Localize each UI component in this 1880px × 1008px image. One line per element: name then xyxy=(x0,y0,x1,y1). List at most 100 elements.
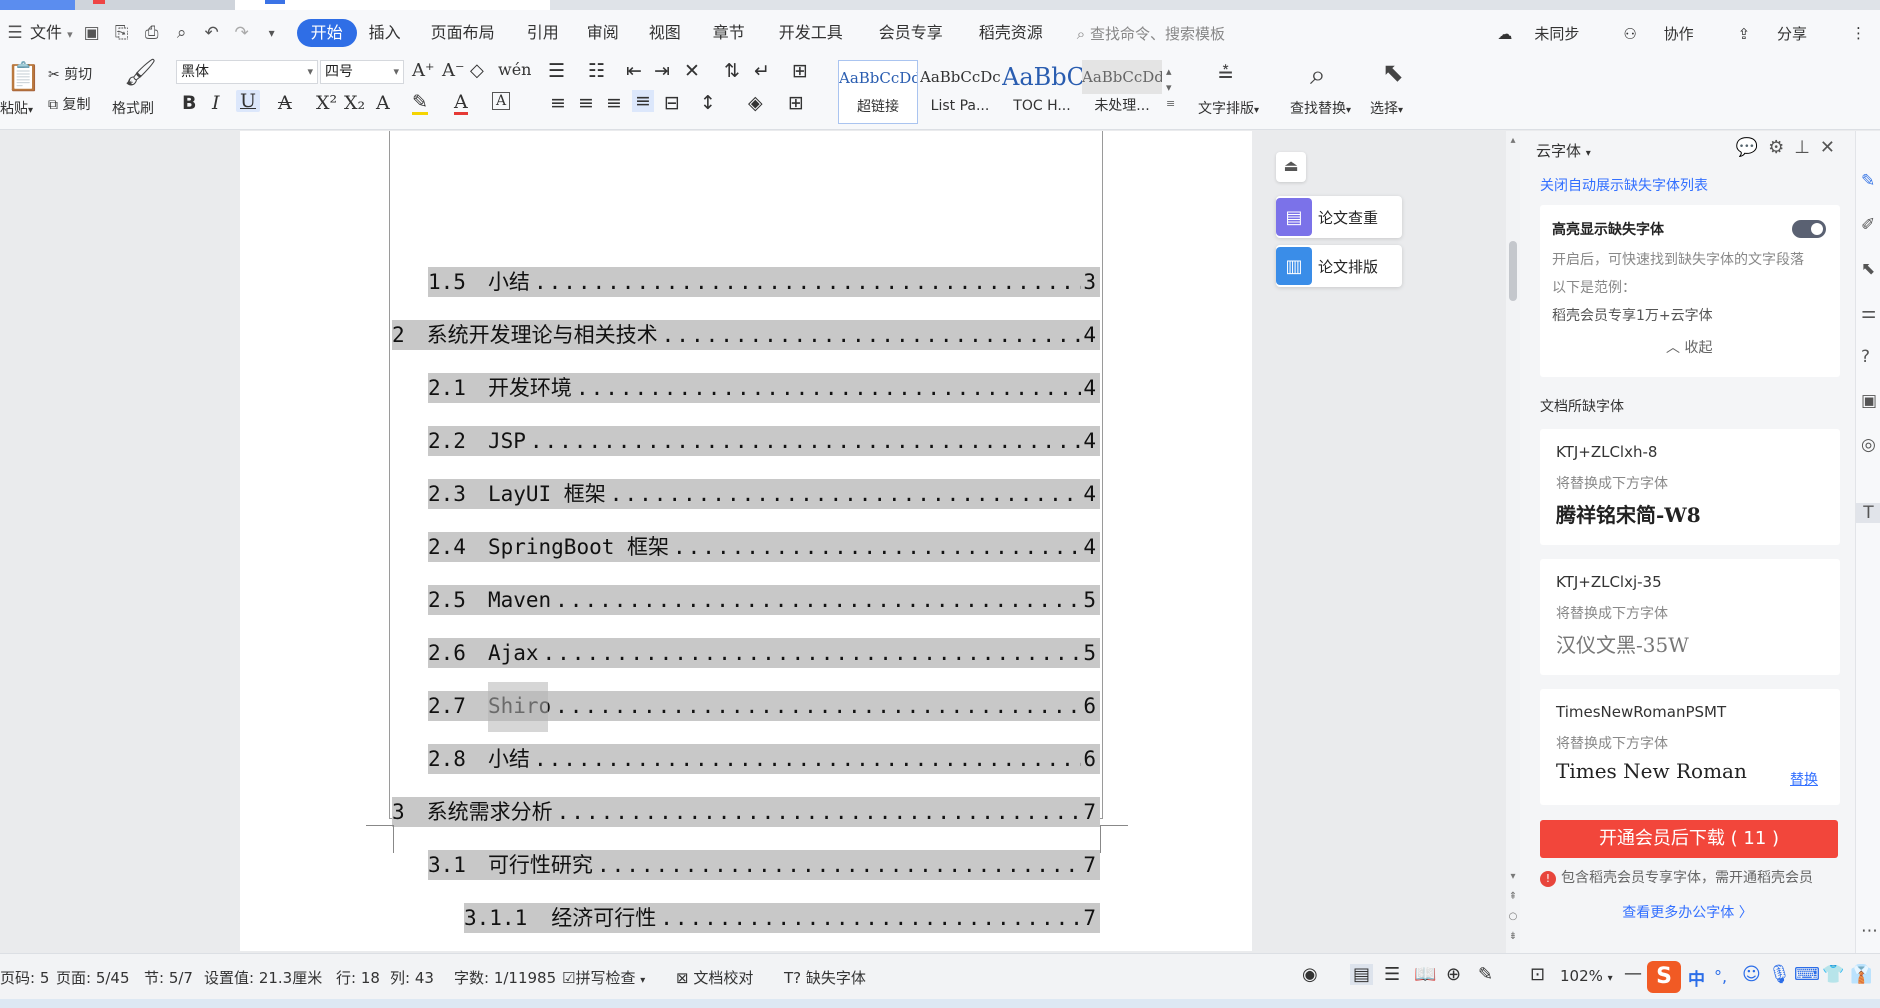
cloud-font-icon[interactable]: T xyxy=(1856,503,1880,523)
format-painter-button[interactable]: 格式刷 xyxy=(112,98,154,118)
panel-title[interactable]: 云字体 ▾ xyxy=(1536,140,1591,161)
toc-entry[interactable]: 2.6 Ajax 5 xyxy=(428,638,1100,668)
styles-scroll-icon[interactable]: ▴ ▾ ≡ xyxy=(1166,64,1175,112)
justify-icon[interactable]: ≡ xyxy=(632,90,654,112)
file-menu[interactable]: 文件 ▾ xyxy=(30,19,77,47)
show-marks-icon[interactable]: ↵ xyxy=(754,60,770,82)
adjust-icon[interactable]: ⚌ xyxy=(1861,303,1876,323)
select-button[interactable]: 选择▾ xyxy=(1370,98,1403,118)
ime-language[interactable]: 中 xyxy=(1688,965,1705,990)
missing-fonts-button[interactable]: T? 缺失字体 xyxy=(784,967,866,988)
font-size-select[interactable]: 四号 xyxy=(320,60,404,84)
vip-download-button[interactable]: 开通会员后下载 ( 11 ) xyxy=(1540,820,1838,858)
save-icon[interactable]: ▣ xyxy=(80,21,104,45)
sort-icon[interactable]: ⇅ xyxy=(724,60,740,82)
align-left-icon[interactable]: ≡ xyxy=(550,92,566,114)
sogou-ime-icon[interactable]: S xyxy=(1647,961,1681,993)
scroll-thumb[interactable] xyxy=(1509,241,1517,301)
print-icon[interactable]: ⎙ xyxy=(140,21,164,45)
line-spacing-icon[interactable]: ↕ xyxy=(700,92,716,114)
superscript-icon[interactable]: X² xyxy=(316,92,337,114)
shading-icon[interactable]: ◈ xyxy=(748,92,763,114)
toc-entry[interactable]: 3.1 可行性研究 7 xyxy=(428,850,1100,880)
toc-entry[interactable]: 2.8 小结 6 xyxy=(428,744,1100,774)
status-row[interactable]: 行: 18 xyxy=(336,967,380,988)
status-col[interactable]: 列: 43 xyxy=(390,967,434,988)
pinyin-guide-icon[interactable]: wén xyxy=(498,60,531,79)
status-section[interactable]: 节: 5/7 xyxy=(144,967,193,988)
thesis-format-button[interactable]: ▥ 论文排版 xyxy=(1276,245,1402,287)
text-layout-icon[interactable]: ⩮ xyxy=(1218,58,1233,89)
share-button[interactable]: ⇪ 分享 xyxy=(1738,23,1829,44)
proofread-button[interactable]: ⊠ 文档校对 xyxy=(676,967,753,988)
tab-insert[interactable]: 插入 xyxy=(357,19,413,47)
print-preview-icon[interactable]: ⌕ xyxy=(170,21,194,45)
style-toc-heading[interactable]: AaBbC TOC H... xyxy=(1002,60,1082,124)
doc-tab-active[interactable] xyxy=(235,0,550,10)
style-icon[interactable]: ✎ xyxy=(1861,171,1875,191)
toc-entry[interactable]: 2 系统开发理论与相关技术 4 xyxy=(392,320,1100,350)
toc-entry[interactable]: 3.1.1 经济可行性 7 xyxy=(464,903,1100,933)
subscript-icon[interactable]: X₂ xyxy=(344,92,365,114)
undo-icon[interactable]: ↶ xyxy=(200,21,224,45)
collab-button[interactable]: ⚇ 协作 xyxy=(1623,23,1715,44)
emoji-icon[interactable]: ☺ xyxy=(1742,964,1761,985)
customize-quickbar-icon[interactable]: ▾ xyxy=(260,21,284,45)
align-center-icon[interactable]: ≡ xyxy=(578,92,594,114)
increase-indent-icon[interactable]: ⇥ xyxy=(654,60,670,82)
export-pdf-icon[interactable]: ⎘ xyxy=(110,21,134,45)
prev-page-icon[interactable]: ⇞ xyxy=(1506,891,1520,902)
document-area[interactable]: 1.5小结32系统开发理论与相关技术42.1开发环境42.2JSP42.3 La… xyxy=(0,131,1252,953)
tab-member[interactable]: 会员专享 xyxy=(861,19,961,47)
chat-icon[interactable]: 💬 xyxy=(1736,137,1768,158)
more-fonts-link[interactable]: 查看更多办公字体 〉 xyxy=(1520,902,1855,922)
keyboard-icon[interactable]: ⌨ xyxy=(1794,964,1820,985)
tab-home[interactable]: 开始 xyxy=(296,19,357,47)
text-layout-button[interactable]: 文字排版▾ xyxy=(1198,98,1259,118)
scroll-down-icon[interactable]: ▾ xyxy=(1506,871,1520,882)
style-unresolved[interactable]: AaBbCcDd 未处理... xyxy=(1082,60,1162,124)
mic-icon[interactable]: 🎙 xyxy=(1768,964,1791,985)
toc-entry[interactable]: 2.1 开发环境 4 xyxy=(428,373,1100,403)
settings-icon[interactable]: ⚙ xyxy=(1768,137,1794,158)
toc-entry[interactable]: 2.5 Maven 5 xyxy=(428,585,1100,615)
distribute-icon[interactable]: ⊟ xyxy=(664,92,680,114)
tab-references[interactable]: 引用 xyxy=(513,19,573,47)
punctuation-icon[interactable]: °, xyxy=(1714,967,1727,986)
align-right-icon[interactable]: ≡ xyxy=(606,92,622,114)
status-page-code[interactable]: 页码: 5 xyxy=(0,967,49,988)
strikethrough-icon[interactable]: A xyxy=(278,92,292,114)
status-word-count[interactable]: 字数: 1/11985 xyxy=(454,967,556,988)
collapse-link[interactable]: ︿ 收起 xyxy=(1666,337,1712,357)
tab-docer[interactable]: 稻壳资源 xyxy=(961,19,1061,47)
tab-review[interactable]: 审阅 xyxy=(573,19,633,47)
more-icon[interactable]: ⋮ xyxy=(1851,24,1866,42)
collapse-float-button[interactable]: ⏏ xyxy=(1276,152,1306,182)
tab-page-layout[interactable]: 页面布局 xyxy=(413,19,513,47)
italic-icon[interactable]: I xyxy=(212,92,220,114)
decrease-indent-icon[interactable]: ⇤ xyxy=(626,60,642,82)
toc-entry[interactable]: 1.5 小结 3 xyxy=(428,267,1100,297)
next-page-icon[interactable]: ⇟ xyxy=(1506,931,1520,942)
bold-icon[interactable]: B xyxy=(182,92,196,114)
reading-view-icon[interactable]: 📖 xyxy=(1414,964,1436,985)
replace-font-link[interactable]: 替换 xyxy=(1790,769,1818,789)
more-tools-icon[interactable]: ⋯ xyxy=(1861,921,1878,941)
home-tab[interactable] xyxy=(0,0,75,10)
zoom-select[interactable]: 102% ▾ xyxy=(1560,967,1613,985)
close-auto-list-link[interactable]: 关闭自动展示缺失字体列表 xyxy=(1540,175,1708,195)
fit-page-icon[interactable]: ⊡ xyxy=(1530,964,1545,985)
select-cursor-icon[interactable]: ⬉ xyxy=(1382,58,1404,88)
text-effect-icon[interactable]: A xyxy=(376,92,390,114)
grow-font-icon[interactable]: A⁺ xyxy=(412,60,435,81)
tab-chapter[interactable]: 章节 xyxy=(697,19,761,47)
numbering-icon[interactable]: ☷ xyxy=(588,60,605,82)
highlight-toggle[interactable] xyxy=(1792,220,1826,238)
plagiarism-check-button[interactable]: ▤ 论文查重 xyxy=(1276,196,1402,238)
write-mode-icon[interactable]: ✎ xyxy=(1478,964,1493,985)
toc-entry[interactable]: 2.2 JSP 4 xyxy=(428,426,1100,456)
format-painter-icon[interactable]: 🖌 xyxy=(124,58,157,88)
sync-button[interactable]: ☁ 未同步 xyxy=(1497,23,1601,44)
cursor-icon[interactable]: ⬉ xyxy=(1861,259,1875,279)
bullets-icon[interactable]: ☰ xyxy=(548,60,565,82)
